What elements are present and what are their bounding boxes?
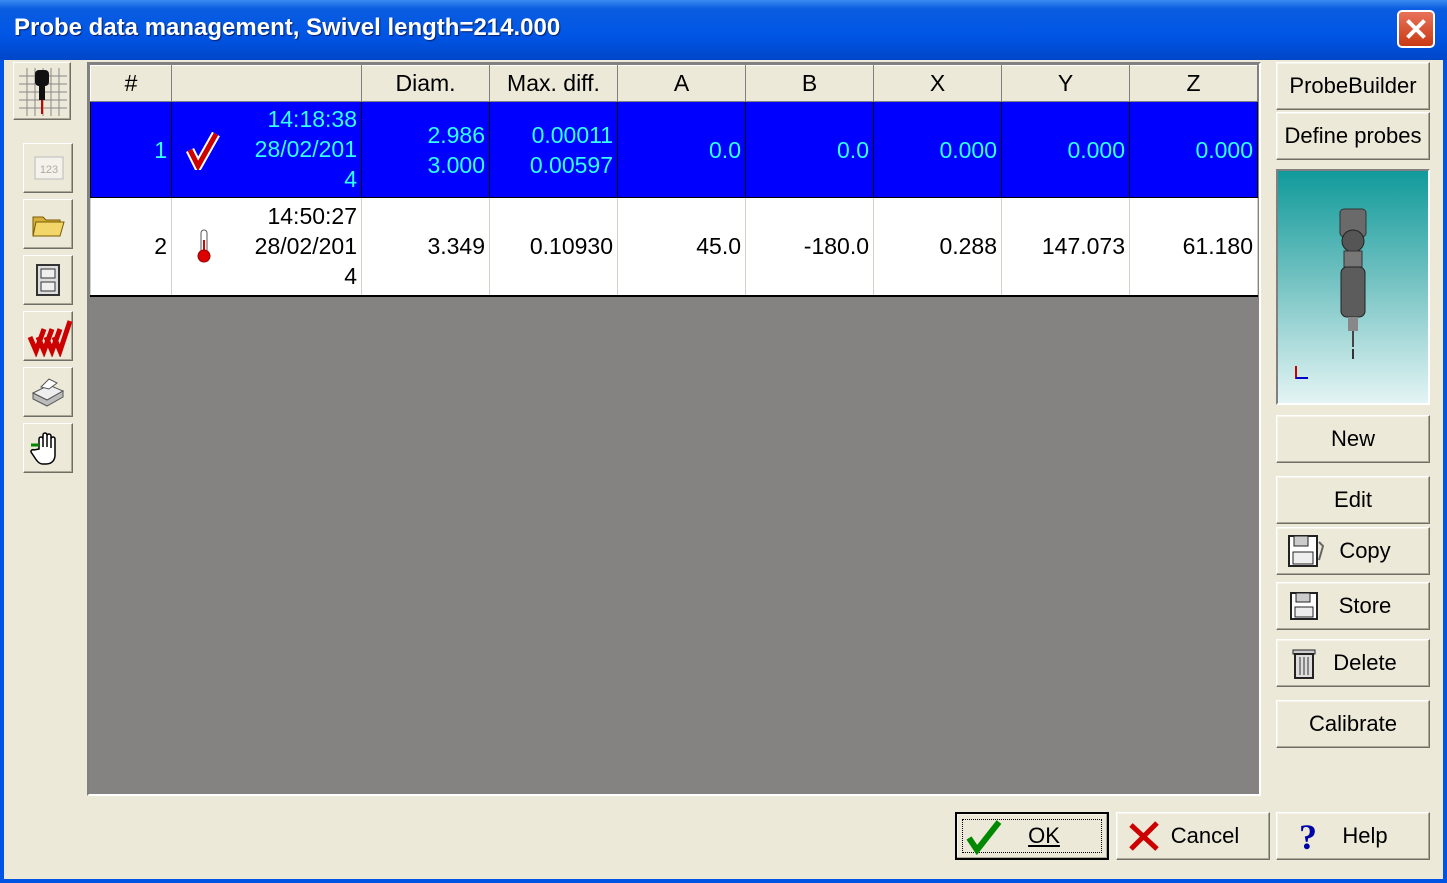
title-bar[interactable]: Probe data management, Swivel length=214… (0, 0, 1447, 60)
cell-maxdiff-1: 0.00011 (531, 121, 613, 148)
edit-button[interactable]: Edit (1276, 476, 1430, 524)
edit-label: Edit (1334, 487, 1372, 512)
probe-tool-button[interactable] (13, 62, 71, 120)
cell-status-time: 14:50:27 28/02/2014 (171, 197, 362, 297)
file-cabinet-icon (36, 264, 60, 296)
cell-a: 0.0 (617, 101, 746, 198)
probe-preview (1276, 169, 1430, 405)
cell-x: 0.288 (873, 197, 1002, 297)
probebuilder-button[interactable]: ProbeBuilder (1276, 62, 1430, 110)
cell-maxdiff-2: 0.00597 (529, 151, 613, 178)
cell-number: 2 (90, 197, 172, 297)
thermometer-icon (197, 229, 211, 263)
cell-z: 61.180 (1129, 197, 1258, 297)
define-probes-button[interactable]: Define probes (1276, 112, 1430, 160)
svg-text:?: ? (1299, 817, 1317, 855)
ok-label: OK (1028, 823, 1060, 848)
calibrate-label: Calibrate (1308, 711, 1398, 736)
multi-check-icon (27, 320, 73, 357)
green-check-icon (966, 820, 1002, 856)
define-probes-label: Define probes (1284, 123, 1422, 148)
hand-icon (30, 432, 56, 465)
column-header-number[interactable]: # (90, 65, 172, 102)
new-label: New (1330, 426, 1375, 451)
red-x-icon (1129, 821, 1159, 851)
cancel-label: Cancel (1170, 823, 1240, 848)
delete-button[interactable]: Delete (1276, 639, 1430, 687)
column-header-y[interactable]: Y (1001, 65, 1130, 102)
cancel-button[interactable]: Cancel (1116, 812, 1270, 860)
open-tool-button[interactable] (23, 199, 73, 249)
store-button[interactable]: Store (1276, 582, 1430, 630)
trash-icon (1292, 649, 1316, 679)
printer-icon (31, 378, 65, 407)
copy-label: Copy (1339, 538, 1391, 563)
column-header-maxdiff[interactable]: Max. diff. (489, 65, 618, 102)
table-row[interactable]: 1 14:18:38 28/02/2014 2.986 3.000 0.0001… (90, 101, 1258, 198)
new-button[interactable]: New (1276, 415, 1430, 463)
cell-status-time: 14:18:38 28/02/2014 (171, 101, 362, 198)
cell-diam-2: 3.000 (427, 151, 485, 178)
ok-button[interactable]: OK (955, 812, 1109, 860)
store-label: Store (1338, 593, 1392, 618)
cell-number: 1 (90, 101, 172, 198)
cell-b: 0.0 (745, 101, 874, 198)
cell-b: -180.0 (745, 197, 874, 297)
folder-open-icon (32, 216, 65, 237)
print-tool-button[interactable] (23, 367, 73, 417)
numbers-tool-button[interactable]: 123 (23, 143, 73, 193)
column-header-z[interactable]: Z (1129, 65, 1258, 102)
cell-date: 28/02/2014 (254, 233, 357, 289)
cabinet-tool-button[interactable] (23, 255, 73, 305)
column-header-a[interactable]: A (617, 65, 746, 102)
probe-3d-icon (1295, 208, 1367, 379)
cell-diam: 3.349 (361, 197, 490, 297)
cell-x: 0.000 (873, 101, 1002, 198)
table-header: # Diam. Max. diff. A B X Y Z (90, 65, 1258, 102)
svg-text:123: 123 (40, 164, 58, 176)
close-button[interactable] (1397, 10, 1435, 48)
cell-a: 45.0 (617, 197, 746, 297)
probe-icon (19, 68, 67, 116)
help-label: Help (1342, 823, 1388, 848)
floppy-save-icon (1290, 592, 1318, 620)
cell-z: 0.000 (1129, 101, 1258, 198)
numbers-123-icon: 123 (34, 156, 64, 180)
calibrate-button[interactable]: Calibrate (1276, 700, 1430, 748)
cell-diam-1: 2.986 (427, 121, 485, 148)
copy-button[interactable]: Copy (1276, 527, 1430, 575)
probe-table: # Diam. Max. diff. A B X Y Z 1 14:18:38 … (90, 65, 1258, 297)
cell-maxdiff: 0.00011 0.00597 (489, 101, 618, 198)
column-header-diam[interactable]: Diam. (361, 65, 490, 102)
floppy-copy-icon (1288, 535, 1325, 567)
calibrate-all-tool-button[interactable] (23, 311, 73, 361)
cell-time: 14:50:27 (267, 203, 357, 229)
cell-date: 28/02/2014 (254, 136, 357, 192)
cell-maxdiff: 0.10930 (489, 197, 618, 297)
cell-time: 14:18:38 (267, 106, 357, 132)
column-header-x[interactable]: X (873, 65, 1002, 102)
help-button[interactable]: ? Help (1276, 812, 1430, 860)
delete-label: Delete (1333, 650, 1397, 675)
column-header-status[interactable] (171, 65, 362, 102)
checkmark-icon (186, 132, 220, 170)
cell-y: 147.073 (1001, 197, 1130, 297)
question-icon: ? (1299, 817, 1317, 855)
cell-diam: 2.986 3.000 (361, 101, 490, 198)
manual-tool-button[interactable] (23, 423, 73, 473)
cell-y: 0.000 (1001, 101, 1130, 198)
probebuilder-label: ProbeBuilder (1289, 73, 1417, 98)
column-header-b[interactable]: B (745, 65, 874, 102)
probe-table-area: # Diam. Max. diff. A B X Y Z 1 14:18:38 … (87, 62, 1261, 796)
table-row[interactable]: 2 14:50:27 28/02/2014 3.349 0.10930 45.0… (90, 197, 1258, 297)
window-title: Probe data management, Swivel length=214… (14, 14, 561, 41)
